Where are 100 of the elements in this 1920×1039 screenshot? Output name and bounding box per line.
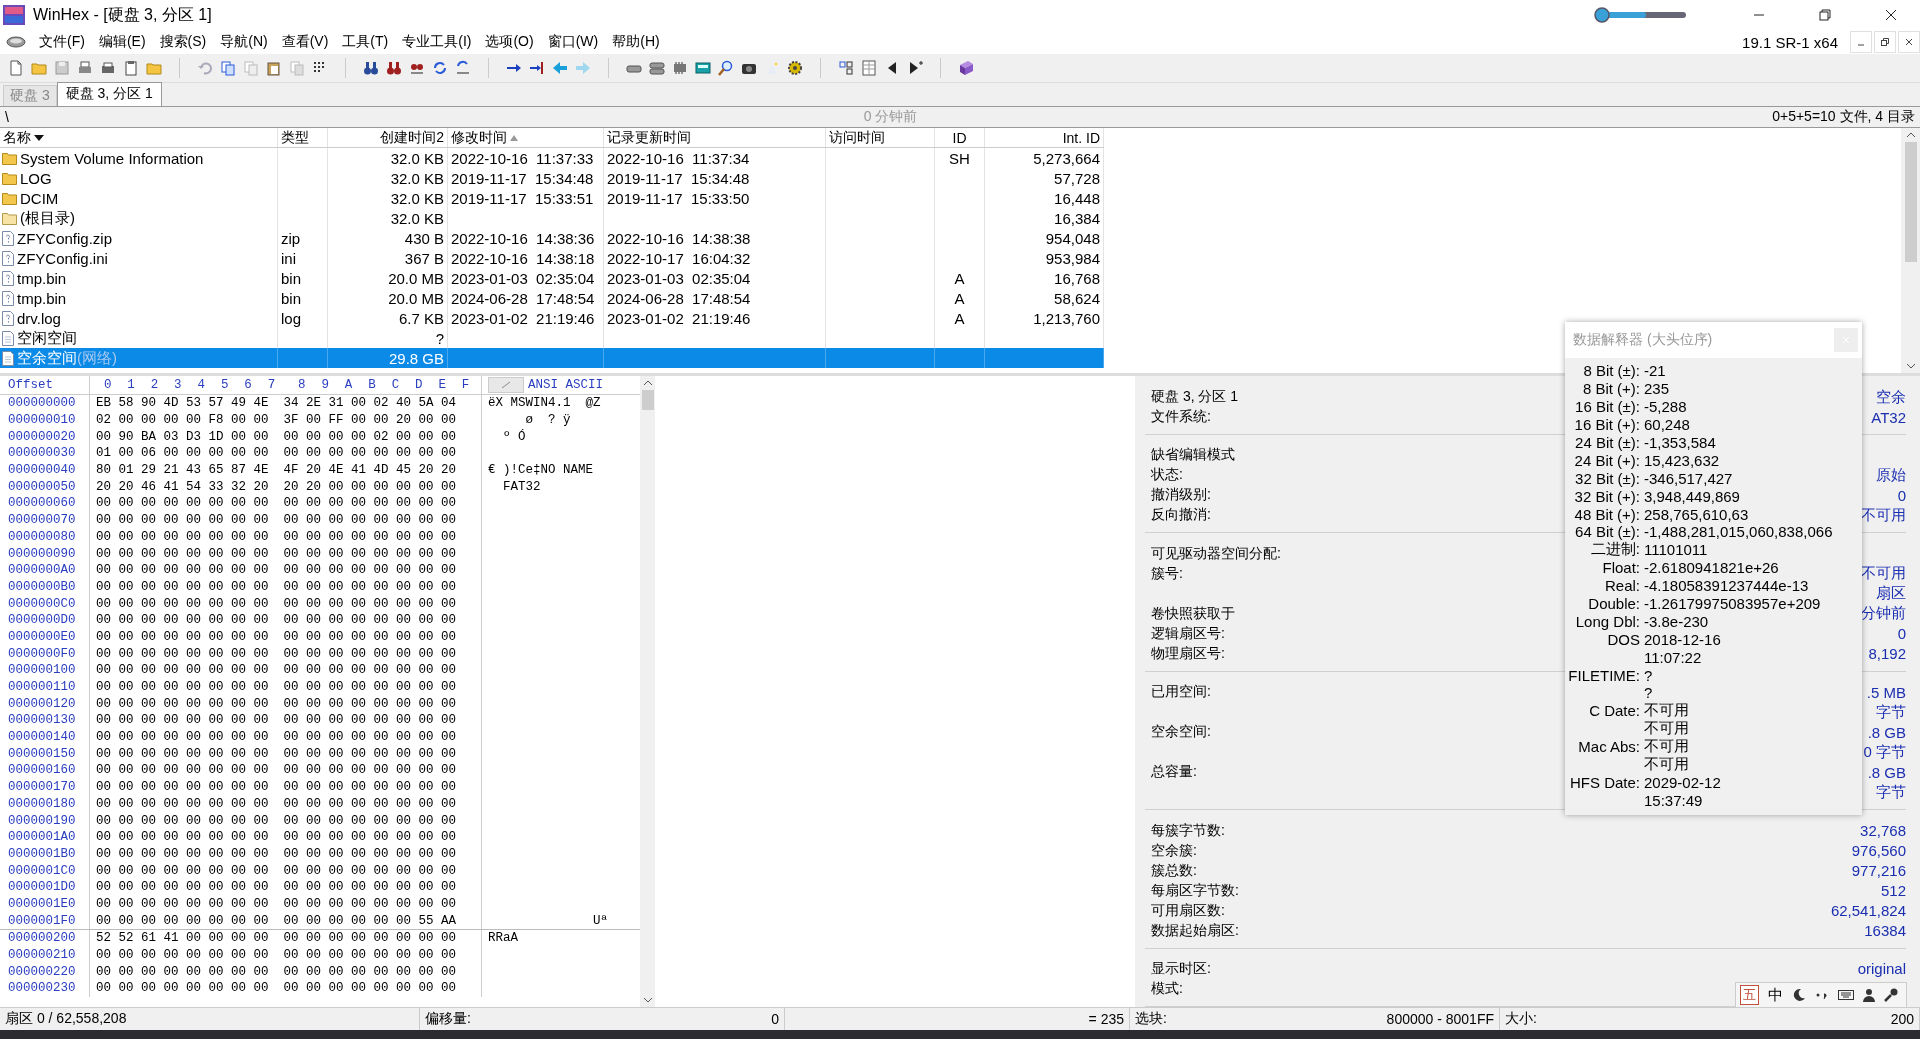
arrow-to-bar-icon[interactable] [529, 60, 545, 76]
hex-bytes: 00 00 00 00 00 00 00 00 [283, 613, 457, 628]
field-label: 8 Bit (±): [1583, 362, 1640, 380]
offset-label: 0000001F0 [0, 912, 90, 929]
field-label: 32 Bit (+): [1574, 487, 1640, 505]
file-icon [2, 350, 14, 366]
column-header[interactable]: 创建时间2 [328, 128, 448, 147]
calculator-icon[interactable] [695, 60, 711, 76]
table-icon[interactable] [861, 60, 877, 76]
disks-icon[interactable] [649, 60, 665, 76]
column-header: 5 [219, 378, 230, 392]
binoculars-icon[interactable] [386, 60, 402, 76]
triangle-right-icon[interactable] [907, 60, 923, 76]
language-mode-button[interactable]: 中 [1768, 985, 1783, 1005]
column-header[interactable]: ID [935, 128, 985, 147]
hex-bytes: 52 52 61 41 00 00 00 00 [96, 931, 269, 946]
column-header[interactable]: 记录更新时间 [604, 128, 826, 147]
left-arrow-icon[interactable] [552, 60, 568, 76]
restore-button[interactable] [1874, 31, 1896, 53]
grid-icon[interactable] [838, 60, 854, 76]
disk-icon[interactable] [6, 35, 26, 49]
column-header[interactable]: 名称 [0, 128, 278, 147]
column-header[interactable]: 类型 [278, 128, 328, 147]
file-row[interactable]: 空余空间(网络) 29.8 GB [0, 348, 1104, 368]
scroll-down-icon[interactable] [642, 997, 653, 1003]
table-cell: 2022-10-16 11:37:34 [607, 149, 750, 167]
menu-item[interactable]: 文件(F) [32, 33, 92, 51]
file-row[interactable]: LOG 32.0 KB 2019-11-17 15:34:48 2019-11-17 15:34:48 57,728 [0, 168, 1104, 188]
menu-item[interactable]: 窗口(W) [540, 33, 606, 51]
close-button[interactable] [1898, 31, 1920, 53]
menu-item[interactable]: 查看(V) [274, 33, 336, 51]
person-icon[interactable] [1863, 988, 1875, 1002]
menu-item[interactable]: 编辑(E) [91, 33, 153, 51]
keyboard-icon[interactable] [1838, 989, 1854, 1001]
table-cell: 367 B [404, 249, 444, 267]
ascii-text: ø ? ÿ [525, 413, 571, 428]
info-value: original [1857, 960, 1906, 978]
scroll-thumb[interactable] [1904, 142, 1917, 262]
file-row[interactable]: tmp.bin bin 20.0 MB 2024-06-28 17:48:54 2024-06-28 17:48:54 A 58,624 [0, 288, 1104, 308]
info-value: 不可用 [1861, 564, 1906, 584]
page-icon[interactable] [8, 60, 24, 76]
printer-icon[interactable] [77, 60, 93, 76]
hex-bytes: 00 00 00 00 00 00 00 00 [96, 696, 269, 711]
status-value: 800000 - 8001FF [1386, 1011, 1494, 1027]
file-row[interactable]: (根目录) 32.0 KB 16,384 [0, 208, 1104, 228]
ascii-text: € )!Ce‡NO NAME [488, 463, 594, 478]
scroll-down-icon[interactable] [1905, 363, 1916, 369]
field-label: Double: [1588, 595, 1640, 612]
column-header[interactable]: 修改时间 [448, 128, 604, 147]
file-row[interactable]: drv.log log 6.7 KB 2023-01-02 21:19:46 2023-01-02 21:19:46 A 1,213,760 [0, 308, 1104, 328]
field-value: -5,288 [1644, 398, 1687, 416]
scroll-up-icon[interactable] [642, 380, 653, 386]
moon-icon[interactable] [1792, 988, 1806, 1002]
file-row[interactable]: tmp.bin bin 20.0 MB 2023-01-03 02:35:04 2023-01-03 02:35:04 A 16,768 [0, 268, 1104, 288]
clipboard-icon[interactable] [266, 60, 282, 76]
column-header[interactable]: Int. ID [985, 128, 1104, 147]
status-label: 偏移量: [425, 1010, 471, 1028]
table-cell: 16,768 [1054, 269, 1100, 287]
column-header: E [437, 378, 447, 392]
field-value: -1,353,584 [1644, 434, 1716, 451]
file-row[interactable]: DCIM 32.0 KB 2019-11-17 15:33:51 2019-11-17 15:33:50 16,448 [0, 188, 1104, 208]
menu-item[interactable]: 工具(T) [335, 33, 396, 51]
hex-bytes: 00 00 00 00 00 00 00 00 [96, 730, 269, 745]
scrollbar[interactable] [640, 376, 655, 1007]
hex-bytes: 00 00 00 00 00 00 00 00 [96, 948, 269, 963]
restore-icon [1881, 38, 1889, 46]
ascii-text: Uª [592, 913, 609, 928]
offset-label: 000000000 [0, 395, 90, 412]
info-label: 空余簇: [1151, 841, 1197, 860]
wrench-icon[interactable] [1884, 988, 1898, 1002]
scroll-up-icon[interactable] [1905, 132, 1916, 138]
snapshot-time: 0 分钟前 [862, 108, 919, 126]
scroll-thumb[interactable] [641, 390, 654, 410]
printer-icon[interactable] [100, 60, 116, 76]
hex-bytes: 00 00 00 00 00 00 00 00 [96, 613, 269, 628]
panel-title: 数据解释器 (大头位序) [1573, 331, 1713, 349]
tab[interactable]: 硬盘 3, 分区 1 [56, 82, 162, 106]
column-header[interactable]: 访问时间 [826, 128, 935, 147]
slider-drawing[interactable] [1594, 7, 1686, 23]
toggle-button[interactable] [488, 377, 524, 393]
file-row[interactable]: System Volume Information 32.0 KB 2022-10-16 11:37:33 2022-10-16 11:37:34 SH 5,273,664 [0, 148, 1104, 168]
chip-icon[interactable] [672, 60, 688, 76]
menu-item[interactable]: 专业工具(I) [395, 33, 479, 51]
input-method-button[interactable]: 五 [1740, 985, 1759, 1005]
table-cell: 16,384 [1054, 209, 1100, 227]
scrollbar[interactable] [1901, 128, 1920, 373]
clipboard-icon[interactable] [123, 60, 139, 76]
menu-item[interactable]: 选项(O) [478, 33, 541, 51]
menu-item[interactable]: 搜索(S) [152, 33, 214, 51]
file-row[interactable]: ZFYConfig.ini ini 367 B 2022-10-16 14:38:18 2022-10-17 16:04:32 953,984 [0, 248, 1104, 268]
info-label: 卷快照获取于 [1151, 604, 1235, 623]
copy-icon[interactable] [220, 60, 236, 76]
menu-item[interactable]: 导航(N) [213, 33, 275, 51]
magnifier-icon[interactable] [718, 60, 734, 76]
gear-icon[interactable] [787, 60, 803, 76]
column-header: C [390, 378, 401, 392]
ascii-text: º Ó [502, 429, 526, 444]
file-row[interactable]: ZFYConfig.zip zip 430 B 2022-10-16 14:38:36 2022-10-16 14:38:38 954,048 [0, 228, 1104, 248]
menu-item[interactable]: 帮助(H) [605, 33, 667, 51]
binoculars-icon[interactable] [363, 60, 379, 76]
